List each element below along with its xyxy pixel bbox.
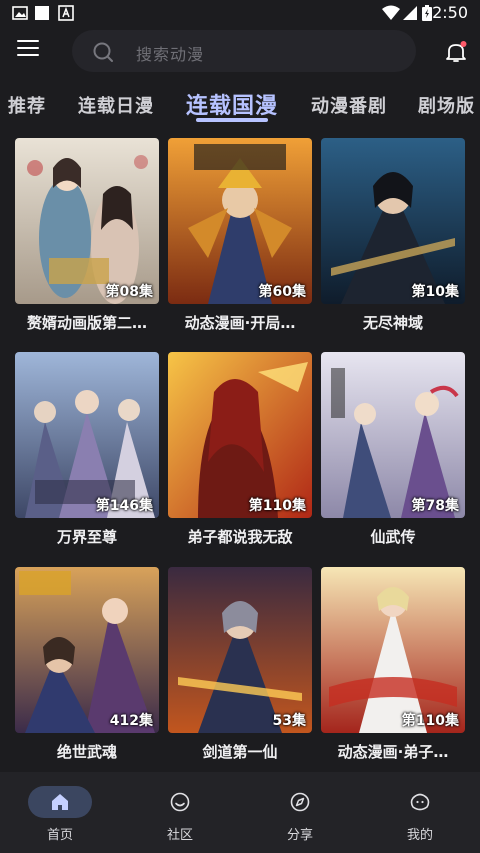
signal-icon [403,6,417,20]
notification-dot [460,41,467,47]
nav-label: 首页 [46,828,73,843]
nav-label: 分享 [286,828,313,843]
active-tab-indicator [196,118,268,122]
card-title: 剑道第一仙 [202,743,278,761]
nav-label: 我的 [406,828,433,843]
episode-badge: 第110集 [401,713,459,729]
anime-card[interactable]: 第08集 赘婿动画版第二… [15,138,159,333]
episode-badge: 第110集 [248,498,306,514]
card-title: 绝世武魂 [56,743,117,761]
anime-card[interactable]: 第10集 无尽神域 [321,138,465,333]
tab-chinese-series[interactable]: 连载国漫 [186,88,278,120]
text-a-icon [58,5,74,21]
anime-card[interactable]: 第60集 动态漫画·开局… [168,138,312,333]
card-title: 万界至尊 [56,528,117,546]
anime-card[interactable]: 第78集 仙武传 [321,352,465,547]
poster: 第110集 [321,567,465,733]
anime-card[interactable]: 412集 绝世武魂 [15,567,159,762]
nav-home[interactable]: 首页 [0,772,120,853]
bottom-nav: 首页 社区 分享 我的 [0,772,480,853]
card-title: 动态漫画·开局… [184,314,296,332]
poster: 第08集 [15,138,159,304]
episode-badge: 53集 [272,713,306,729]
episode-badge: 第146集 [95,498,153,514]
nav-profile[interactable]: 我的 [360,772,480,853]
search-icon [93,42,113,62]
tab-recommend[interactable]: 推荐 [8,92,46,118]
image-icon [12,6,28,20]
nav-share[interactable]: 分享 [240,772,360,853]
smile-icon [170,792,190,812]
poster: 第60集 [168,138,312,304]
bell-icon[interactable] [444,40,468,64]
poster: 53集 [168,567,312,733]
card-title: 弟子都说我无敌 [187,528,293,546]
poster: 412集 [15,567,159,733]
tab-movies[interactable]: 剧场版 [418,92,475,118]
episode-badge: 第10集 [411,284,459,300]
episode-badge: 412集 [109,713,153,729]
status-bar: 2:50 [0,0,480,26]
face-icon [410,793,430,811]
anime-card[interactable]: 第110集 动态漫画·弟子… [321,567,465,762]
nav-community[interactable]: 社区 [120,772,240,853]
episode-badge: 第60集 [258,284,306,300]
poster: 第110集 [168,352,312,518]
anime-card[interactable]: 第110集 弟子都说我无敌 [168,352,312,547]
card-title: 仙武传 [370,528,416,546]
home-icon [52,794,68,810]
clock: 2:50 [432,3,468,22]
poster: 第10集 [321,138,465,304]
search-input[interactable]: 搜索动漫 [72,30,416,72]
episode-badge: 第08集 [105,284,153,300]
menu-icon[interactable] [17,40,39,62]
nav-label: 社区 [166,828,193,843]
card-title: 动态漫画·弟子… [337,743,449,761]
tab-japanese-series[interactable]: 连载日漫 [78,92,154,118]
anime-card[interactable]: 53集 剑道第一仙 [168,567,312,762]
search-placeholder: 搜索动漫 [136,45,205,64]
tab-anime-shows[interactable]: 动漫番剧 [311,92,387,118]
square-icon [35,6,49,20]
card-title: 赘婿动画版第二… [26,314,147,332]
episode-badge: 第78集 [411,498,459,514]
anime-card[interactable]: 第146集 万界至尊 [15,352,159,547]
battery-icon [422,5,432,21]
compass-icon [290,792,310,812]
poster: 第146集 [15,352,159,518]
card-title: 无尽神域 [362,314,423,332]
poster: 第78集 [321,352,465,518]
wifi-icon [382,5,400,20]
